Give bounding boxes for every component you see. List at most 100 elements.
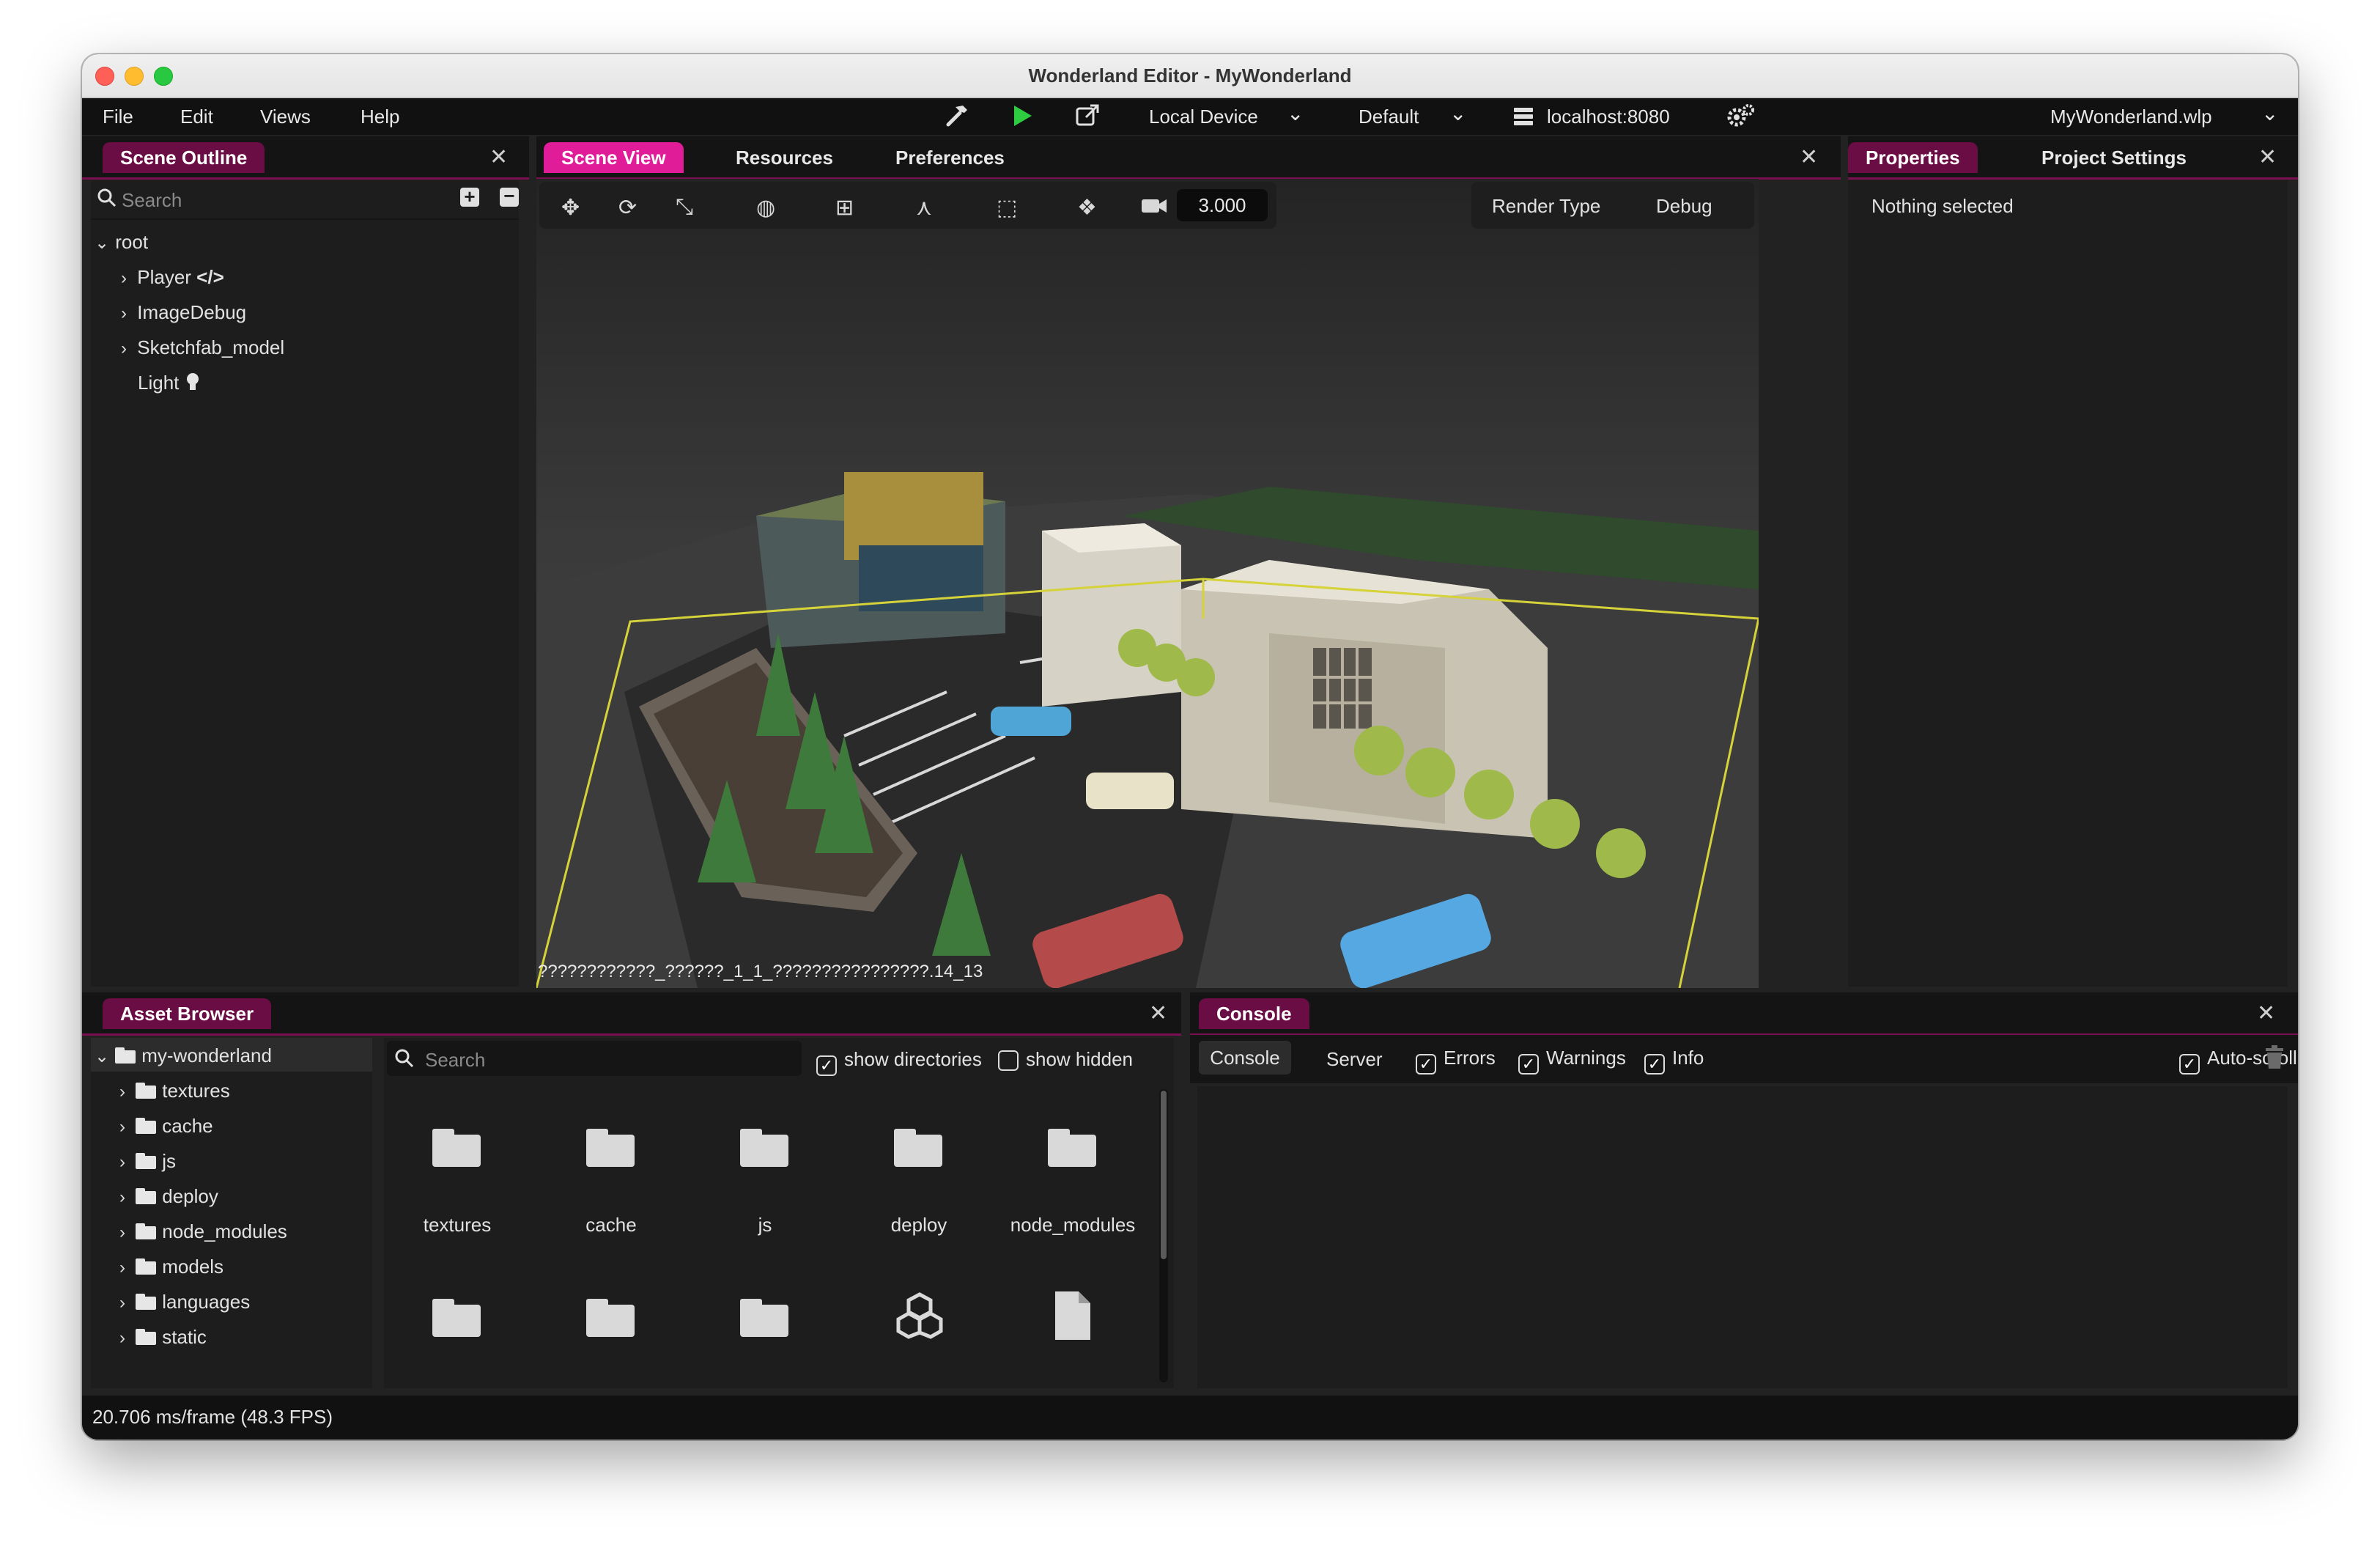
- add-object-button[interactable]: +: [460, 187, 479, 207]
- asset-tree-root[interactable]: ⌄ my-wonderland: [94, 1041, 272, 1070]
- tab-asset-browser[interactable]: Asset Browser: [103, 998, 272, 1029]
- errors-checkbox[interactable]: ✓ Errors: [1416, 1047, 1496, 1075]
- chevron-right-icon[interactable]: ›: [114, 1077, 130, 1107]
- console-filter-button[interactable]: Console: [1199, 1041, 1291, 1075]
- project-chevron-down-icon[interactable]: ⌄: [2261, 101, 2278, 125]
- tree-item-root[interactable]: ⌄ root: [94, 227, 148, 257]
- chevron-down-icon[interactable]: ⌄: [94, 229, 110, 258]
- chevron-right-icon[interactable]: ›: [116, 334, 132, 364]
- chevron-right-icon[interactable]: ›: [114, 1183, 130, 1212]
- trash-icon[interactable]: [2264, 1045, 2285, 1074]
- tree-item-imagedebug[interactable]: › ImageDebug: [116, 298, 246, 327]
- asset-tree-item[interactable]: › languages: [114, 1287, 250, 1316]
- asset-tree-item[interactable]: › js: [114, 1146, 176, 1176]
- tab-console[interactable]: Console: [1199, 998, 1309, 1029]
- folder-icon[interactable]: [432, 1129, 481, 1167]
- warnings-checkbox[interactable]: ✓ Warnings: [1518, 1047, 1626, 1075]
- scene-outline-tabstrip: Scene Outline ✕: [82, 136, 529, 180]
- tab-preferences[interactable]: Preferences: [878, 142, 1022, 173]
- chevron-right-icon[interactable]: ›: [114, 1324, 130, 1353]
- folder-icon[interactable]: [586, 1129, 635, 1167]
- show-directories-checkbox[interactable]: ✓ show directories: [816, 1048, 982, 1076]
- nothing-selected-text: Nothing selected: [1871, 195, 2014, 217]
- folder-icon[interactable]: [740, 1299, 788, 1337]
- debug-button[interactable]: Debug: [1656, 195, 1712, 218]
- close-center-panel-icon[interactable]: ✕: [1800, 147, 1818, 169]
- asset-tree-item[interactable]: › node_modules: [114, 1217, 287, 1246]
- chevron-right-icon[interactable]: ›: [116, 299, 132, 328]
- remove-object-button[interactable]: −: [500, 186, 519, 207]
- model-cubes-icon[interactable]: [895, 1291, 944, 1344]
- scene-search-input[interactable]: Search: [122, 189, 182, 212]
- folder-icon[interactable]: [586, 1299, 635, 1337]
- chevron-right-icon[interactable]: ›: [114, 1289, 130, 1318]
- checkbox-checked-icon[interactable]: ✓: [1518, 1054, 1539, 1075]
- chevron-right-icon[interactable]: ›: [114, 1253, 130, 1283]
- tree-item-player[interactable]: › Player </>: [116, 262, 224, 292]
- menu-edit[interactable]: Edit: [180, 106, 213, 128]
- asset-tree-item[interactable]: › models: [114, 1252, 223, 1281]
- close-console-icon[interactable]: ✕: [2257, 1003, 2275, 1025]
- asset-tree-item[interactable]: › static: [114, 1322, 207, 1352]
- tab-resources[interactable]: Resources: [718, 142, 851, 173]
- camera-speed-input[interactable]: 3.000: [1177, 189, 1268, 221]
- tab-scene-view[interactable]: Scene View: [544, 142, 684, 173]
- camera-icon[interactable]: [1140, 195, 1168, 223]
- profile-chevron-down-icon[interactable]: ⌄: [1449, 101, 1466, 125]
- asset-tree-item[interactable]: › textures: [114, 1076, 230, 1105]
- pivot-icon[interactable]: ⋏: [916, 195, 932, 221]
- tab-properties[interactable]: Properties: [1848, 142, 1978, 173]
- move-tool-icon[interactable]: ✥: [561, 195, 580, 221]
- menu-help[interactable]: Help: [361, 106, 399, 128]
- profile-select[interactable]: Default: [1359, 106, 1419, 128]
- scene-viewport[interactable]: ✥ ⟳ ⤡ ◍ ⊞ ⋏ ⬚ ❖ 3.000 Render Type Debug …: [536, 179, 1759, 988]
- device-select[interactable]: Local Device: [1149, 106, 1258, 128]
- show-hidden-checkbox[interactable]: show hidden: [998, 1048, 1133, 1071]
- server-filter-button[interactable]: Server: [1326, 1048, 1383, 1071]
- folder-icon[interactable]: [432, 1299, 481, 1337]
- project-file-select[interactable]: MyWonderland.wlp: [2050, 106, 2212, 128]
- asset-search-box[interactable]: Search: [387, 1041, 802, 1076]
- asset-tree-item[interactable]: › deploy: [114, 1182, 218, 1211]
- render-type-button[interactable]: Render Type: [1492, 195, 1600, 218]
- checkbox-unchecked-icon[interactable]: [998, 1050, 1019, 1071]
- checkbox-checked-icon[interactable]: ✓: [1416, 1054, 1436, 1075]
- info-checkbox[interactable]: ✓ Info: [1644, 1047, 1704, 1075]
- grid-icon[interactable]: ⊞: [835, 195, 854, 221]
- menu-file[interactable]: File: [103, 106, 133, 128]
- chevron-right-icon[interactable]: ›: [114, 1113, 130, 1142]
- play-icon[interactable]: [1008, 103, 1035, 134]
- rotate-tool-icon[interactable]: ⟳: [618, 195, 637, 221]
- file-icon[interactable]: [1054, 1290, 1092, 1345]
- tab-scene-outline[interactable]: Scene Outline: [103, 142, 265, 173]
- asset-search-input[interactable]: Search: [425, 1049, 485, 1072]
- folder-icon[interactable]: [1048, 1129, 1096, 1167]
- select-box-icon[interactable]: ⬚: [997, 195, 1017, 221]
- settings-gears-icon[interactable]: [1726, 103, 1756, 134]
- chevron-down-icon[interactable]: ⌄: [94, 1042, 110, 1072]
- folder-icon[interactable]: [740, 1129, 788, 1167]
- tree-item-label: root: [115, 231, 149, 253]
- device-chevron-down-icon[interactable]: ⌄: [1287, 101, 1304, 125]
- menu-views[interactable]: Views: [260, 106, 311, 128]
- objects-cubes-icon[interactable]: ❖: [1077, 195, 1097, 221]
- asset-grid-scrollbar[interactable]: [1159, 1089, 1168, 1382]
- close-properties-icon[interactable]: ✕: [2258, 147, 2277, 169]
- build-hammer-icon[interactable]: [944, 103, 970, 134]
- tab-project-settings[interactable]: Project Settings: [2024, 142, 2204, 173]
- chevron-right-icon[interactable]: ›: [114, 1148, 130, 1177]
- checkbox-checked-icon[interactable]: ✓: [1644, 1054, 1665, 1075]
- close-scene-outline-icon[interactable]: ✕: [489, 147, 508, 169]
- checkbox-checked-icon[interactable]: ✓: [816, 1055, 837, 1076]
- scale-tool-icon[interactable]: ⤡: [676, 195, 693, 220]
- close-asset-browser-icon[interactable]: ✕: [1149, 1003, 1167, 1025]
- folder-icon[interactable]: [894, 1129, 942, 1167]
- checkbox-checked-icon[interactable]: ✓: [2179, 1054, 2200, 1075]
- globe-icon[interactable]: ◍: [756, 195, 775, 221]
- tree-item-sketchfab-model[interactable]: › Sketchfab_model: [116, 333, 284, 362]
- chevron-right-icon[interactable]: ›: [116, 264, 132, 293]
- open-external-icon[interactable]: [1074, 103, 1101, 134]
- tree-item-light[interactable]: Light: [138, 368, 201, 397]
- asset-tree-item[interactable]: › cache: [114, 1111, 213, 1140]
- chevron-right-icon[interactable]: ›: [114, 1218, 130, 1247]
